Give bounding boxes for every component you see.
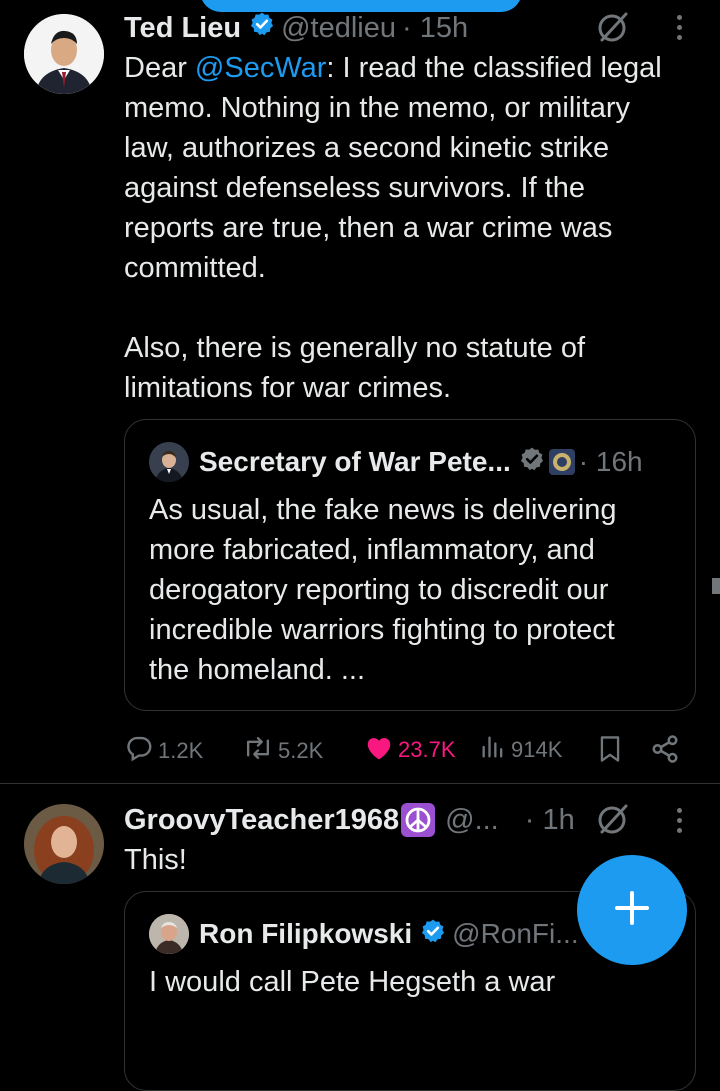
author-name[interactable]: Ted Lieu — [124, 12, 241, 45]
quote-line-2: more fabricated, inflammatory, and — [149, 534, 595, 566]
quote-line-1: As usual, the fake news is delivering — [149, 494, 617, 526]
seal-icon — [548, 449, 575, 475]
views-button[interactable]: 914K — [479, 733, 562, 767]
quote-author-name: Ron Filipkowski — [199, 918, 413, 949]
quote-line-3: derogatory reporting to discredit our — [149, 574, 609, 606]
avatar-groovyteacher[interactable] — [24, 804, 104, 884]
author-name[interactable]: GroovyTeacher1968 — [124, 804, 399, 837]
quote-line-5: the homeland. ... — [149, 654, 366, 686]
post-body-line-9: limitations for war crimes. — [124, 372, 452, 404]
post-body: This! — [124, 844, 187, 876]
grok-slash-icon[interactable] — [596, 10, 630, 49]
reply-button[interactable]: 1.2K — [124, 733, 203, 769]
quote-handle: @RonFi... — [452, 918, 579, 949]
quote-avatar — [149, 914, 189, 954]
post-divider — [0, 783, 720, 784]
grok-slash-icon[interactable] — [596, 802, 630, 841]
post-body-line-4: against defenseless survivors. If the — [124, 172, 586, 204]
quote-body: As usual, the fake news is delivering mo… — [149, 490, 689, 690]
avatar-ted-lieu[interactable] — [24, 14, 104, 94]
post-body-line-6: committed. — [124, 252, 266, 284]
quoted-post-card[interactable]: Secretary of War Pete... · 16h As usual,… — [124, 419, 696, 711]
more-icon[interactable] — [677, 15, 683, 45]
compose-button[interactable] — [577, 855, 687, 965]
more-icon[interactable] — [677, 808, 683, 838]
reply-count: 1.2K — [158, 738, 204, 763]
post-body-line-8: Also, there is generally no statute of — [124, 332, 586, 364]
reply-icon — [124, 733, 154, 769]
post-body-line-2: memo. Nothing in the memo, or military — [124, 92, 631, 124]
verified-badge-icon — [519, 446, 545, 479]
post-time[interactable]: · 1h — [525, 804, 575, 837]
mention-secwar[interactable]: @SecWar — [195, 52, 327, 84]
view-count: 914K — [511, 737, 563, 762]
repost-count: 5.2K — [278, 738, 324, 763]
share-icon[interactable] — [650, 734, 680, 769]
quote-author-name: Secretary of War Pete... — [199, 446, 511, 477]
like-icon — [364, 733, 394, 767]
post-body-line-3: law, authorizes a second kinetic strike — [124, 132, 610, 164]
verified-badge-icon — [420, 918, 446, 951]
quote-line-4: incredible warriors fighting to protect — [149, 614, 615, 646]
post-body-line-7 — [124, 288, 704, 328]
author-handle[interactable]: @tedlieu — [281, 12, 396, 45]
quote-time: · 16h — [578, 446, 643, 477]
post-time[interactable]: · 15h — [402, 12, 468, 45]
author-handle[interactable]: @... — [445, 804, 499, 837]
compose-plus-icon — [612, 888, 652, 933]
peace-icon — [401, 803, 436, 837]
quote-avatar — [149, 442, 189, 482]
views-icon — [479, 733, 507, 767]
post-body-line-1: Dear @SecWar: I read the classified lega… — [124, 52, 662, 84]
like-button[interactable]: 23.7K — [364, 733, 456, 767]
bookmark-icon[interactable] — [596, 734, 624, 769]
quote-body: I would call Pete Hegseth a war — [149, 966, 556, 998]
scrollbar-thumb[interactable] — [712, 578, 720, 594]
post-body-line-5: reports are true, then a war crime was — [124, 212, 613, 244]
repost-icon — [242, 733, 274, 769]
verified-badge-icon — [249, 11, 275, 45]
post-body: Dear @SecWar: I read the classified lega… — [124, 48, 704, 408]
repost-button[interactable]: 5.2K — [242, 733, 323, 769]
like-count: 23.7K — [398, 737, 456, 762]
